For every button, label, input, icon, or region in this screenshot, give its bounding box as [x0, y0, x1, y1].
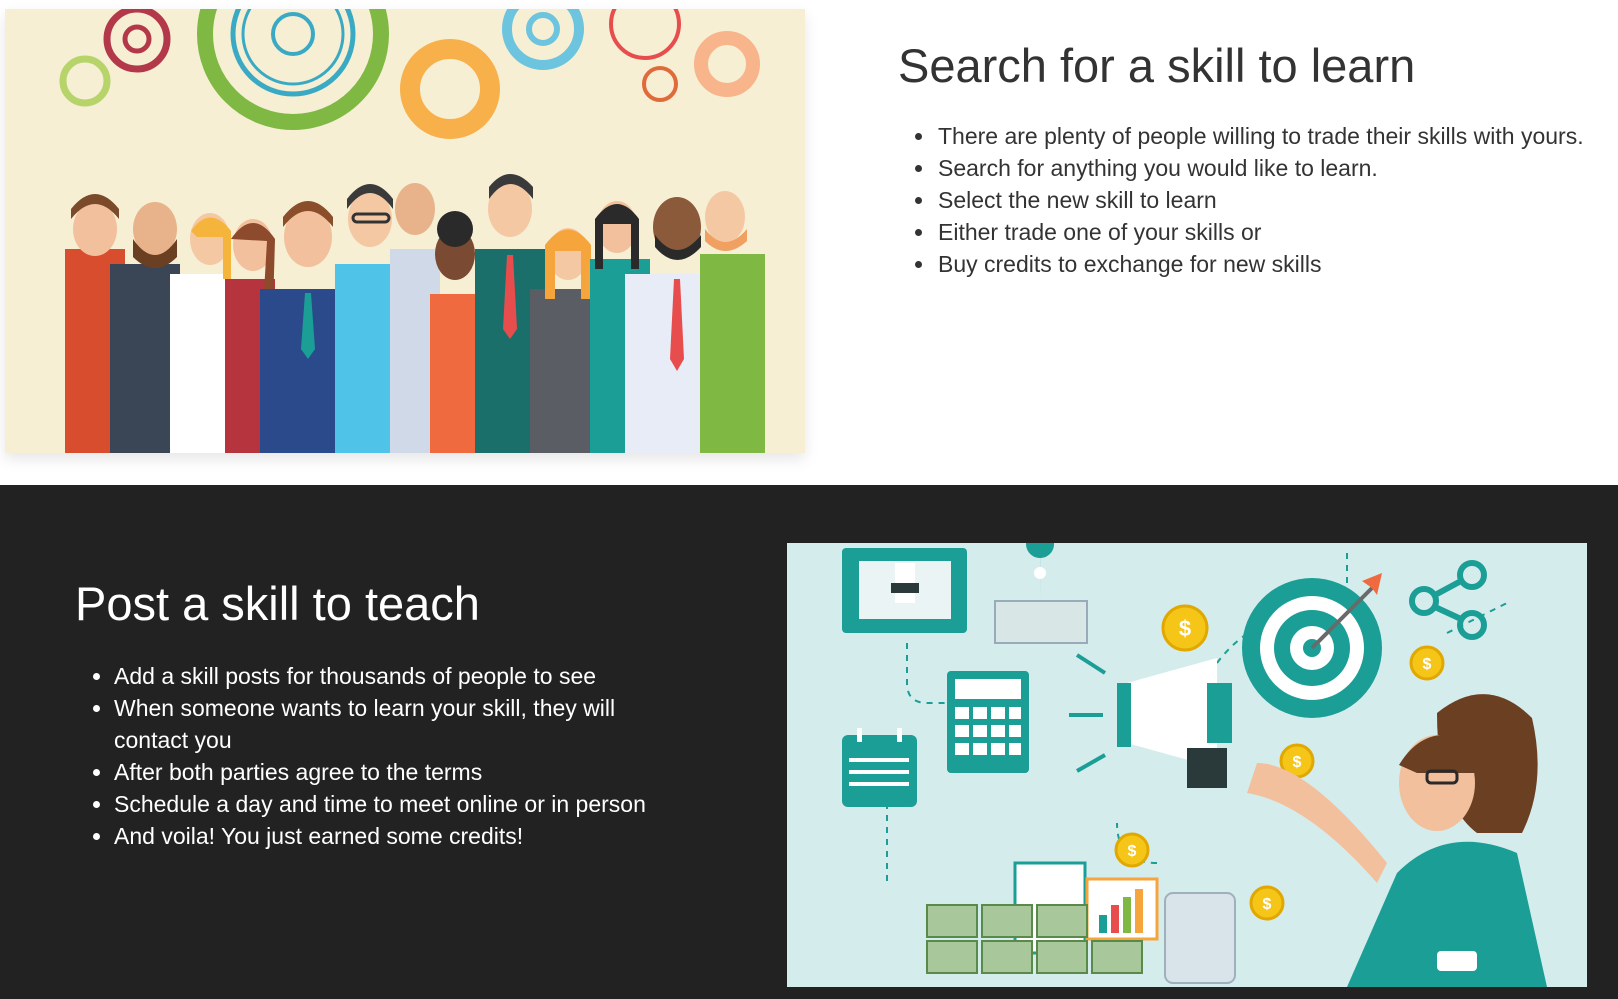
search-skill-list: There are plenty of people willing to tr… [898, 120, 1618, 280]
post-skill-text: Post a skill to teach Add a skill posts … [75, 572, 695, 852]
search-skill-title: Search for a skill to learn [898, 39, 1416, 92]
list-item: After both parties agree to the terms [114, 756, 695, 788]
share-icon [1409, 560, 1487, 640]
coin-symbol: $ [1423, 656, 1432, 673]
coin-symbol: $ [1179, 616, 1191, 641]
post-skill-title: Post a skill to teach [75, 577, 480, 630]
list-item: Add a skill posts for thousands of peopl… [114, 660, 695, 692]
list-item: Search for anything you would like to le… [936, 152, 1618, 184]
people-and-gears-illustration [5, 9, 805, 453]
coin-symbol: $ [1128, 843, 1137, 860]
target-icon [1242, 573, 1382, 718]
search-skill-text: Search for a skill to learn There are pl… [898, 34, 1618, 280]
coin-symbol: $ [1263, 896, 1272, 913]
post-skill-list: Add a skill posts for thousands of peopl… [75, 660, 695, 852]
calculator-icon [947, 671, 1029, 773]
post-skill-section: Post a skill to teach Add a skill posts … [0, 485, 1618, 999]
megaphone-icon [1069, 653, 1232, 788]
marketing-megaphone-illustration: $ $ $ $ $ [787, 543, 1587, 987]
list-item: There are plenty of people willing to tr… [936, 120, 1618, 152]
list-item: Buy credits to exchange for new skills [936, 248, 1618, 280]
list-item: And voila! You just earned some credits! [114, 820, 695, 852]
list-item: Select the new skill to learn [936, 184, 1618, 216]
map-icon [994, 543, 1088, 644]
briefcase-icon [842, 548, 967, 633]
list-item: Either trade one of your skills or [936, 216, 1618, 248]
list-item: When someone wants to learn your skill, … [114, 692, 695, 756]
search-skill-section: Search for a skill to learn There are pl… [0, 0, 1618, 485]
list-item: Schedule a day and time to meet online o… [114, 788, 695, 820]
calendar-icon [842, 728, 917, 807]
coin-symbol: $ [1293, 754, 1302, 771]
